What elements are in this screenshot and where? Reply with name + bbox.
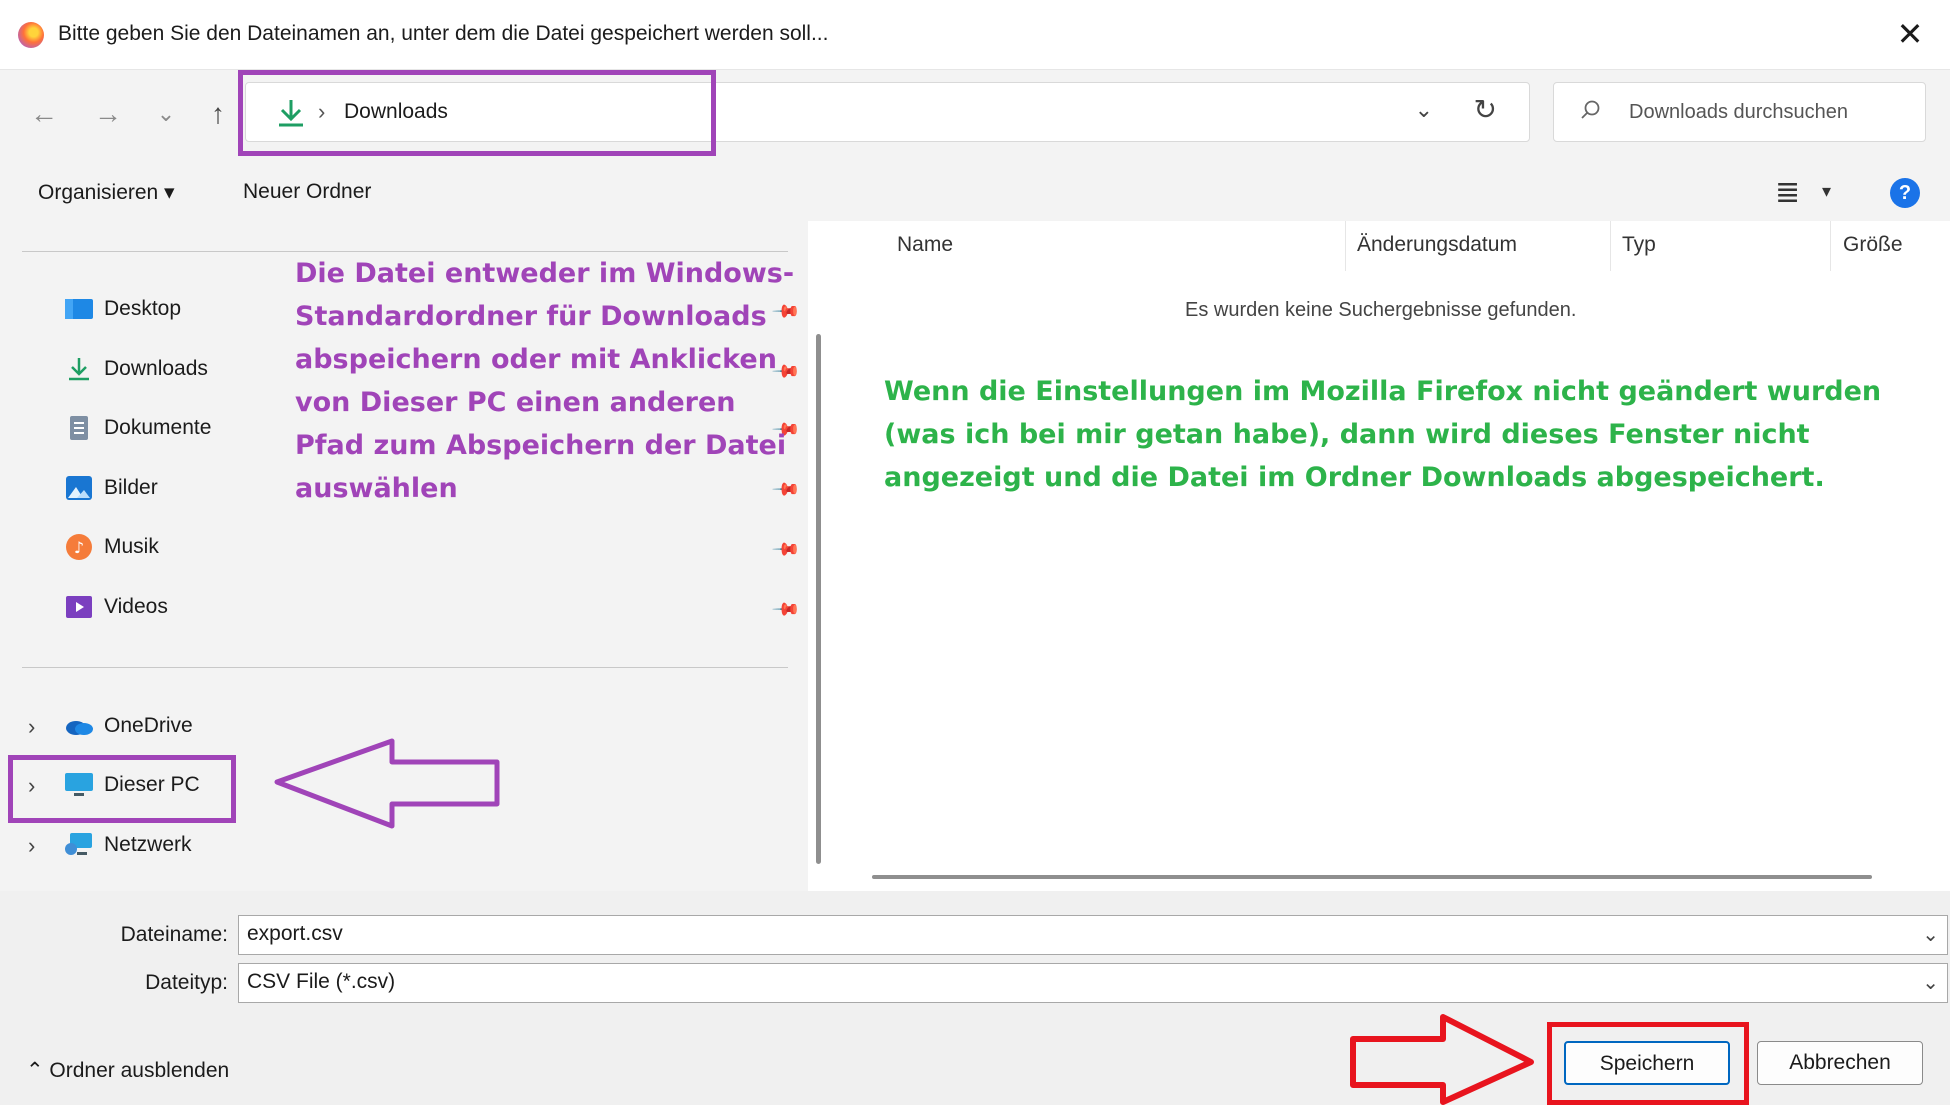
sidebar-item-label: Downloads <box>104 357 208 380</box>
view-dropdown-icon[interactable]: ▾ <box>1822 181 1831 202</box>
sidebar-item-videos[interactable]: Videos <box>64 587 168 627</box>
sidebar-item-label: Netzwerk <box>104 833 192 856</box>
filetype-value: CSV File (*.csv) <box>247 970 396 993</box>
sidebar-item-downloads[interactable]: Downloads <box>64 349 208 389</box>
filetype-select[interactable]: CSV File (*.csv) ⌄ <box>238 963 1948 1003</box>
cancel-button[interactable]: Abbrechen <box>1757 1041 1923 1085</box>
purple-annotation-text: Die Datei entweder im Windows- Standardo… <box>295 258 795 504</box>
column-separator[interactable] <box>1610 221 1611 271</box>
sidebar-item-label: Videos <box>104 595 168 618</box>
column-separator[interactable] <box>1830 221 1831 271</box>
filename-value: export.csv <box>247 922 343 945</box>
pictures-icon <box>64 475 94 501</box>
dialog-title: Bitte geben Sie den Dateinamen an, unter… <box>58 22 829 45</box>
search-input[interactable]: Downloads durchsuchen <box>1629 101 1848 124</box>
music-icon: ♪ <box>64 534 94 560</box>
filename-field[interactable]: export.csv ⌄ <box>238 915 1948 955</box>
document-icon <box>64 415 94 441</box>
sidebar-item-bilder[interactable]: Bilder <box>64 468 158 508</box>
network-icon <box>64 832 94 858</box>
pin-icon[interactable]: 📌 <box>771 534 802 565</box>
sidebar-item-label: Musik <box>104 535 159 558</box>
address-highlight-box <box>238 70 716 156</box>
new-folder-button[interactable]: Neuer Ordner <box>243 180 371 204</box>
sidebar-item-label: Desktop <box>104 297 182 320</box>
title-bar: Bitte geben Sie den Dateinamen an, unter… <box>0 0 1950 70</box>
search-icon <box>1581 100 1600 119</box>
save-button-highlight-box <box>1547 1022 1749 1105</box>
column-header-size[interactable]: Größe <box>1843 233 1903 257</box>
address-dropdown-icon[interactable]: ⌄ <box>1415 97 1433 123</box>
filetype-label: Dateityp: <box>145 971 228 994</box>
firefox-logo-icon <box>18 22 44 48</box>
search-box[interactable]: Downloads durchsuchen <box>1553 82 1926 142</box>
svg-text:♪: ♪ <box>74 538 84 557</box>
expand-chevron-icon[interactable]: › <box>28 714 35 740</box>
red-arrow-annotation <box>1350 1014 1534 1105</box>
filename-dropdown-icon[interactable]: ⌄ <box>1922 922 1939 947</box>
command-toolbar: Organisieren ▾ Neuer Ordner ≣ ▾ ? <box>0 163 1950 221</box>
download-icon <box>64 356 94 382</box>
refresh-icon[interactable]: ↻ <box>1474 93 1497 126</box>
green-annotation-text: Wenn die Einstellungen im Mozilla Firefo… <box>884 376 1882 493</box>
sidebar-item-label: OneDrive <box>104 714 193 737</box>
dieser-pc-highlight-box <box>8 755 236 823</box>
filename-row: Dateiname: export.csv ⌄ <box>98 915 1948 955</box>
empty-message: Es wurden keine Suchergebnisse gefunden. <box>1185 299 1577 321</box>
sidebar-item-label: Bilder <box>104 476 158 499</box>
pin-icon[interactable]: 📌 <box>771 594 802 625</box>
sidebar-item-desktop[interactable]: Desktop <box>64 289 181 329</box>
sidebar-item-label: Dokumente <box>104 416 212 439</box>
videos-icon <box>64 594 94 620</box>
desktop-icon <box>64 296 94 322</box>
recent-locations-chevron-icon[interactable]: ⌄ <box>146 94 186 134</box>
sidebar-item-netzwerk[interactable]: › Netzwerk <box>28 825 192 865</box>
organize-button[interactable]: Organisieren ▾ <box>38 180 175 205</box>
hide-folders-button[interactable]: ⌃ Ordner ausblenden <box>26 1058 229 1083</box>
forward-arrow-icon[interactable]: → <box>88 94 128 134</box>
back-arrow-icon[interactable]: ← <box>24 94 64 134</box>
purple-arrow-annotation <box>274 738 500 829</box>
filetype-row: Dateityp: CSV File (*.csv) ⌄ <box>98 963 1948 1003</box>
filetype-dropdown-icon[interactable]: ⌄ <box>1922 970 1939 995</box>
filename-label: Dateiname: <box>120 923 228 946</box>
sidebar-item-onedrive[interactable]: › OneDrive <box>28 706 193 746</box>
onedrive-icon <box>64 713 94 739</box>
column-header-name[interactable]: Name <box>897 233 953 257</box>
sidebar-item-musik[interactable]: ♪ Musik <box>64 527 159 567</box>
column-separator[interactable] <box>1345 221 1346 271</box>
horizontal-scrollbar[interactable] <box>872 875 1872 879</box>
view-options-icon[interactable]: ≣ <box>1775 175 1800 210</box>
up-arrow-icon[interactable]: ↑ <box>198 94 238 134</box>
column-header-type[interactable]: Typ <box>1622 233 1656 257</box>
expand-chevron-icon[interactable]: › <box>28 833 35 859</box>
sidebar-item-dokumente[interactable]: Dokumente <box>64 408 211 448</box>
close-icon[interactable]: ✕ <box>1888 12 1932 56</box>
file-list-pane: Name Änderungsdatum Typ Größe Es wurden … <box>840 221 1950 891</box>
sidebar-scrollbar[interactable] <box>816 334 821 864</box>
column-header-date[interactable]: Änderungsdatum <box>1357 233 1517 257</box>
divider <box>22 667 788 668</box>
help-icon[interactable]: ? <box>1890 178 1920 208</box>
